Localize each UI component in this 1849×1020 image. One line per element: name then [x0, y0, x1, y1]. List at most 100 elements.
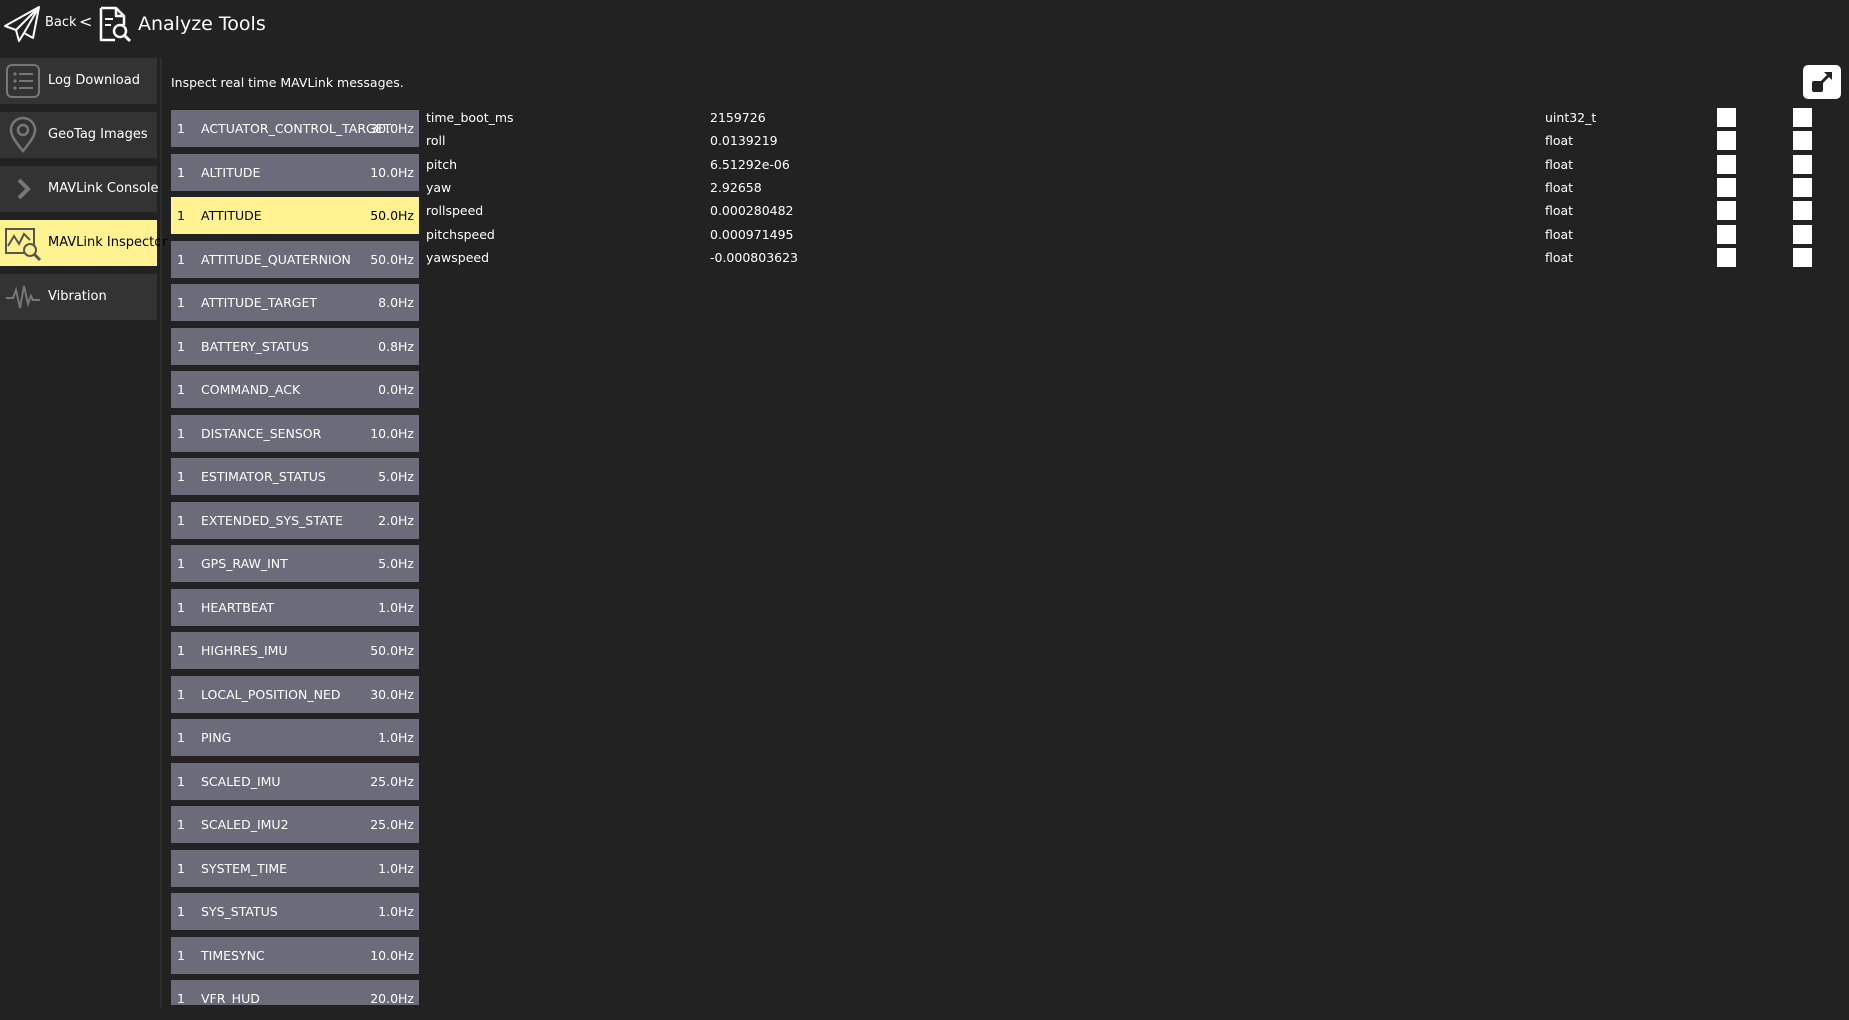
message-count: 1: [177, 773, 185, 789]
sidebar-item-vibration[interactable]: Vibration: [0, 274, 157, 320]
message-rate: 5.0Hz: [378, 469, 414, 484]
message-count: 1: [177, 512, 185, 528]
message-rate: 30.0Hz: [370, 686, 414, 702]
message-rate: 20.0Hz: [370, 991, 414, 1005]
paper-plane-icon[interactable]: [2, 4, 42, 44]
message-count: 1: [177, 251, 185, 267]
message-rate: 50.0Hz: [370, 208, 414, 223]
message-rate: 8.0Hz: [378, 295, 414, 310]
message-row[interactable]: 1 HIGHRES_IMU 50.0Hz: [171, 632, 419, 669]
message-row-selected[interactable]: 1 ATTITUDE 50.0Hz: [171, 197, 419, 234]
message-rate: 50.0Hz: [370, 251, 414, 267]
message-row[interactable]: 1 VFR_HUD 20.0Hz: [171, 980, 419, 1005]
message-name: EXTENDED_SYS_STATE: [201, 512, 343, 528]
chart-2-checkbox[interactable]: [1793, 177, 1812, 197]
breadcrumb-separator: <: [79, 12, 93, 31]
message-row[interactable]: 1 LOCAL_POSITION_NED 30.0Hz: [171, 675, 419, 713]
message-count: 1: [177, 904, 185, 919]
message-row[interactable]: 1 GPS_RAW_INT 5.0Hz: [171, 545, 419, 582]
chart-2-checkbox[interactable]: [1793, 224, 1812, 244]
field-name: yawspeed: [426, 249, 490, 265]
popout-button[interactable]: [1803, 65, 1841, 99]
message-name: SCALED_IMU: [201, 773, 281, 789]
page-subtitle: Inspect real time MAVLink messages.: [171, 75, 404, 90]
message-count: 1: [177, 208, 185, 223]
message-name: ATTITUDE_TARGET: [201, 295, 317, 310]
waveform-icon: [6, 285, 40, 309]
message-row[interactable]: 1 DISTANCE_SENSOR 10.0Hz: [171, 414, 419, 452]
popout-icon: [1812, 71, 1833, 92]
message-rate: 25.0Hz: [370, 817, 414, 832]
sidebar-item-geotag-images[interactable]: GeoTag Images: [0, 112, 157, 158]
message-rate: 1.0Hz: [378, 904, 414, 919]
message-count: 1: [177, 860, 185, 876]
message-count: 1: [177, 686, 185, 702]
chevron-right-icon: [17, 178, 31, 200]
chart-2-checkbox[interactable]: [1793, 154, 1812, 174]
field-name: yaw: [426, 179, 452, 195]
message-row[interactable]: 1 SCALED_IMU 25.0Hz: [171, 762, 419, 800]
field-type: float: [1545, 249, 1574, 265]
message-row[interactable]: 1 BATTERY_STATUS 0.8Hz: [171, 327, 419, 365]
message-count: 1: [177, 295, 185, 310]
field-type: uint32_t: [1545, 110, 1597, 125]
sidebar-item-mavlink-inspector[interactable]: MAVLink Inspector: [0, 220, 168, 266]
field-type: float: [1545, 133, 1574, 149]
message-row[interactable]: 1 PING 1.0Hz: [171, 719, 419, 756]
sidebar-item-label: MAVLink Inspector: [48, 235, 168, 250]
message-name: SYS_STATUS: [201, 904, 278, 919]
field-row: yaw 2.92658 float: [426, 177, 1826, 203]
message-row[interactable]: 1 SYS_STATUS 1.0Hz: [171, 893, 419, 930]
sidebar-item-label: MAVLink Console: [48, 181, 159, 196]
message-name: ACTUATOR_CONTROL_TARGET: [201, 121, 392, 136]
message-name: VFR_HUD: [201, 991, 260, 1005]
message-row[interactable]: 1 COMMAND_ACK 0.0Hz: [171, 371, 419, 408]
field-row: roll 0.0139219 float: [426, 131, 1826, 156]
field-row: rollspeed 0.000280482 float: [426, 201, 1826, 226]
field-value: 0.000280482: [710, 203, 794, 219]
chart-1-checkbox[interactable]: [1717, 154, 1736, 174]
message-rate: 1.0Hz: [378, 860, 414, 876]
top-toolbar: Back < Analyze Tools: [0, 0, 1849, 48]
sidebar-item-log-download[interactable]: Log Download: [0, 58, 157, 104]
message-row[interactable]: 1 EXTENDED_SYS_STATE 2.0Hz: [171, 501, 419, 539]
message-row[interactable]: 1 TIMESYNC 10.0Hz: [171, 936, 419, 974]
message-row[interactable]: 1 SYSTEM_TIME 1.0Hz: [171, 849, 419, 887]
message-name: COMMAND_ACK: [201, 382, 301, 397]
message-row[interactable]: 1 ALTITUDE 10.0Hz: [171, 153, 419, 191]
chart-2-checkbox[interactable]: [1793, 131, 1812, 151]
message-list[interactable]: 1 ACTUATOR_CONTROL_TARGET 30.0Hz 1 ALTIT…: [171, 110, 419, 1005]
field-row: time_boot_ms 2159726 uint32_t: [426, 108, 1826, 133]
chart-2-checkbox[interactable]: [1793, 247, 1812, 267]
sidebar-divider: [160, 58, 162, 1008]
message-count: 1: [177, 817, 185, 832]
field-value: 0.000971495: [710, 226, 794, 242]
chart-2-checkbox[interactable]: [1793, 108, 1812, 127]
message-count: 1: [177, 121, 185, 136]
message-name: BATTERY_STATUS: [201, 338, 309, 354]
message-row[interactable]: 1 SCALED_IMU2 25.0Hz: [171, 806, 419, 843]
chart-1-checkbox[interactable]: [1717, 224, 1736, 244]
message-name: SYSTEM_TIME: [201, 860, 288, 876]
message-row[interactable]: 1 ESTIMATOR_STATUS 5.0Hz: [171, 458, 419, 495]
chart-1-checkbox[interactable]: [1717, 177, 1736, 197]
message-row[interactable]: 1 HEARTBEAT 1.0Hz: [171, 588, 419, 626]
sidebar-item-mavlink-console[interactable]: MAVLink Console: [0, 166, 159, 212]
chart-1-checkbox[interactable]: [1717, 131, 1736, 151]
back-button[interactable]: Back: [45, 15, 77, 30]
chart-1-checkbox[interactable]: [1717, 201, 1736, 221]
message-row[interactable]: 1 ATTITUDE_QUATERNION 50.0Hz: [171, 240, 419, 278]
sidebar-item-label: Vibration: [48, 289, 107, 304]
chart-2-checkbox[interactable]: [1793, 201, 1812, 221]
chart-1-checkbox[interactable]: [1717, 247, 1736, 267]
field-row: pitch 6.51292e-06 float: [426, 154, 1826, 180]
field-row: yawspeed -0.000803623 float: [426, 247, 1826, 273]
message-row[interactable]: 1 ACTUATOR_CONTROL_TARGET 30.0Hz: [171, 110, 419, 147]
message-name: TIMESYNC: [201, 947, 265, 963]
chart-1-checkbox[interactable]: [1717, 108, 1736, 127]
message-row[interactable]: 1 ATTITUDE_TARGET 8.0Hz: [171, 284, 419, 321]
message-name: HEARTBEAT: [201, 599, 274, 615]
message-rate: 1.0Hz: [378, 730, 414, 745]
field-value: 0.0139219: [710, 133, 778, 149]
field-type: float: [1545, 203, 1574, 219]
